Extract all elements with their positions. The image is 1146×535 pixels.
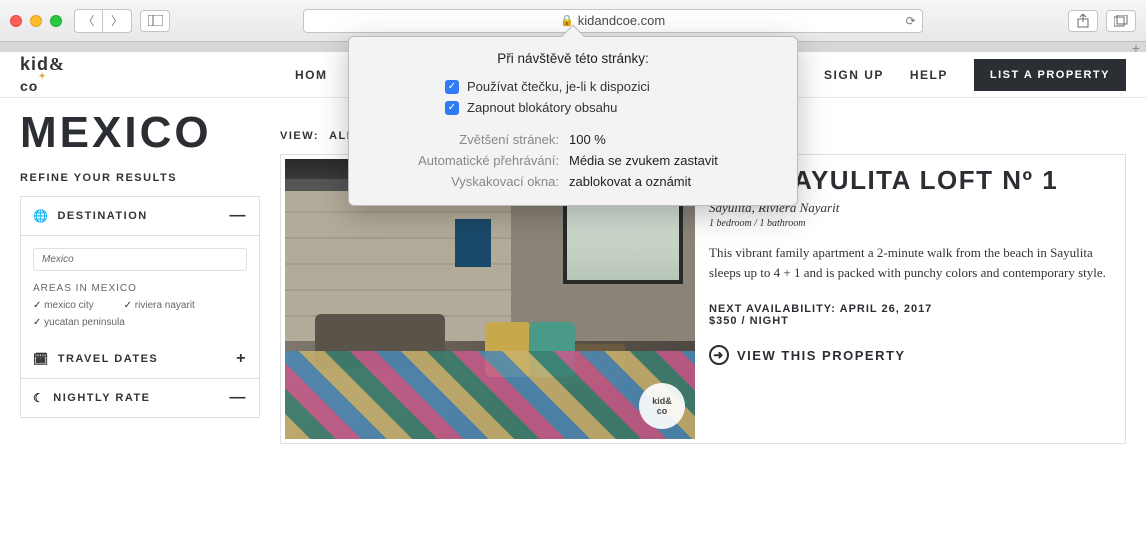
listing-price: $350 / NIGHT xyxy=(709,315,1107,327)
arrow-circle-icon: ➜ xyxy=(709,345,729,365)
share-button[interactable] xyxy=(1068,10,1098,32)
calendar-icon: 🗓 xyxy=(33,352,50,366)
site-logo[interactable]: kid&co✦ xyxy=(20,54,65,96)
blockers-checkbox-row[interactable]: ✓ Zapnout blokátory obsahu xyxy=(369,97,777,118)
tabs-button[interactable] xyxy=(1106,10,1136,32)
filter-travel-dates-header[interactable]: 🗓 TRAVEL DATES + xyxy=(21,340,259,379)
area-item[interactable]: riviera nayarit xyxy=(124,300,195,311)
nav-home[interactable]: HOM xyxy=(295,68,328,82)
popups-value[interactable]: zablokovat a oznámit xyxy=(569,174,777,189)
popups-key: Vyskakovací okna: xyxy=(369,174,559,189)
filter-destination-header[interactable]: 🌐 DESTINATION — xyxy=(21,197,259,236)
listing-rooms: 1 bedroom / 1 bathroom xyxy=(709,218,1107,229)
url-text: kidandcoe.com xyxy=(578,13,665,28)
refine-label: REFINE YOUR RESULTS xyxy=(20,172,260,184)
page-title: MEXICO xyxy=(20,108,260,158)
destination-input[interactable]: Mexico xyxy=(33,248,247,271)
sidebar-icon xyxy=(148,15,163,26)
checkbox-checked-icon: ✓ xyxy=(445,80,459,94)
popover-title: Při návštěvě této stránky: xyxy=(369,51,777,66)
nav-back-forward: 〈 〉 xyxy=(74,9,132,33)
window-controls xyxy=(10,15,62,27)
checkbox-checked-icon: ✓ xyxy=(445,101,459,115)
share-icon xyxy=(1077,14,1089,28)
view-label: VIEW: xyxy=(280,130,319,142)
main-nav: HOM xyxy=(295,68,328,82)
collapse-icon: — xyxy=(230,389,248,407)
moon-icon: ☾ xyxy=(33,391,45,405)
list-property-button[interactable]: LIST A PROPERTY xyxy=(974,59,1126,91)
close-window-icon[interactable] xyxy=(10,15,22,27)
signup-link[interactable]: SIGN UP xyxy=(824,68,884,82)
site-settings-popover: Při návštěvě této stránky: ✓ Používat čt… xyxy=(348,36,798,206)
filter-destination-label: DESTINATION xyxy=(57,210,147,222)
area-item[interactable]: mexico city xyxy=(33,300,94,311)
area-item[interactable]: yucatan peninsula xyxy=(33,317,125,328)
collapse-icon: — xyxy=(230,207,248,225)
reader-label: Používat čtečku, je-li k dispozici xyxy=(467,79,650,94)
reload-icon[interactable]: ⟳ xyxy=(906,14,916,28)
forward-button[interactable]: 〉 xyxy=(103,10,131,32)
address-bar[interactable]: 🔒 kidandcoe.com ⟳ xyxy=(303,9,923,33)
areas-label: AREAS IN MEXICO xyxy=(33,283,247,294)
maximize-window-icon[interactable] xyxy=(50,15,62,27)
autoplay-key: Automatické přehrávání: xyxy=(369,153,559,168)
filters-panel: 🌐 DESTINATION — Mexico AREAS IN MEXICO m… xyxy=(20,196,260,418)
autoplay-value[interactable]: Média se zvukem zastavit xyxy=(569,153,777,168)
back-button[interactable]: 〈 xyxy=(75,10,103,32)
help-link[interactable]: HELP xyxy=(910,68,948,82)
view-property-link[interactable]: ➜ VIEW THIS PROPERTY xyxy=(709,345,1107,365)
zoom-key: Zvětšení stránek: xyxy=(369,132,559,147)
listing-description: This vibrant family apartment a 2-minute… xyxy=(709,243,1107,283)
filter-nightly-rate-label: NIGHTLY RATE xyxy=(53,392,150,404)
minimize-window-icon[interactable] xyxy=(30,15,42,27)
globe-icon: 🌐 xyxy=(33,209,49,223)
brand-badge-icon: kid&co xyxy=(639,383,685,429)
listing-availability: NEXT AVAILABILITY: APRIL 26, 2017 xyxy=(709,303,1107,315)
zoom-value[interactable]: 100 % xyxy=(569,132,777,147)
tabs-icon xyxy=(1114,15,1128,27)
blockers-label: Zapnout blokátory obsahu xyxy=(467,100,617,115)
sidebar-toggle-button[interactable] xyxy=(140,10,170,32)
reader-checkbox-row[interactable]: ✓ Používat čtečku, je-li k dispozici xyxy=(369,76,777,97)
view-property-label: VIEW THIS PROPERTY xyxy=(737,348,906,363)
filter-travel-dates-label: TRAVEL DATES xyxy=(58,353,159,365)
expand-icon: + xyxy=(236,350,247,368)
filter-nightly-rate-header[interactable]: ☾ NIGHTLY RATE — xyxy=(21,379,259,417)
